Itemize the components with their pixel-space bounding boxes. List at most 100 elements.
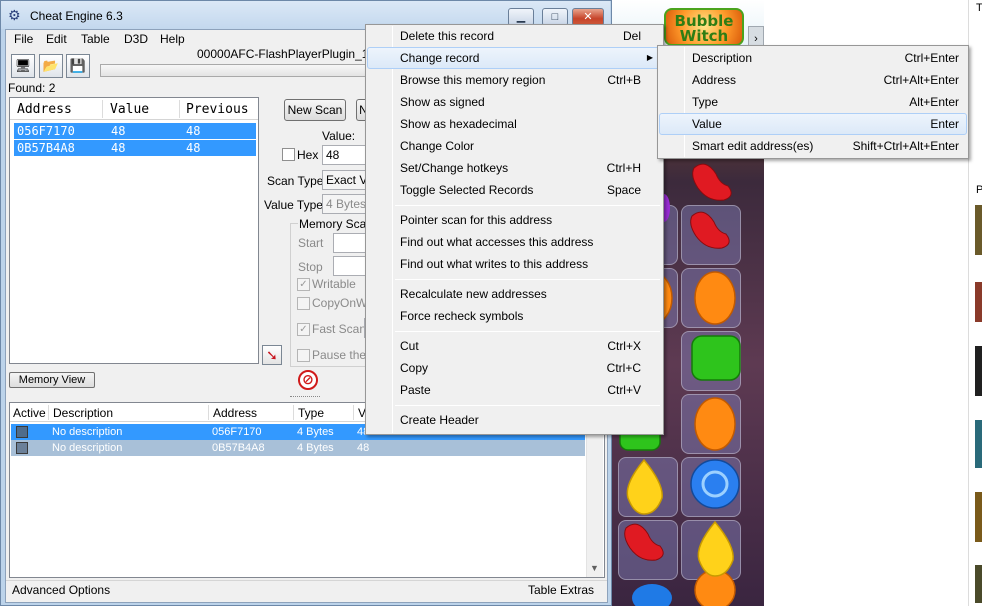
menu-separator [395, 205, 660, 206]
menu-file[interactable]: File [14, 32, 33, 46]
thumbnail[interactable] [975, 346, 982, 396]
fast-scan-checkbox[interactable]: ✓ [297, 323, 310, 336]
submenu-item-smart-edit[interactable]: Smart edit address(es) Shift+Ctrl+Alt+En… [659, 135, 967, 157]
column-type[interactable]: Type [298, 406, 324, 420]
menu-item-change-color[interactable]: Change Color [367, 135, 662, 157]
menu-item-pointer-scan[interactable]: Pointer scan for this address [367, 209, 662, 231]
menu-item-label: Cut [400, 339, 419, 353]
memory-view-button[interactable]: Memory View [9, 372, 95, 388]
menu-item-shortcut: Space [606, 183, 641, 197]
menu-table[interactable]: Table [81, 32, 110, 46]
hex-checkbox[interactable] [282, 148, 295, 161]
new-scan-button[interactable]: New Scan [284, 99, 346, 121]
menu-item-label: Copy [400, 361, 429, 375]
menu-item-shortcut: Ctrl+C [606, 361, 641, 375]
address-table-scrollbar[interactable]: ▲ ▼ [586, 423, 603, 577]
menu-item-create-header[interactable]: Create Header [367, 409, 662, 431]
menu-d3d[interactable]: D3D [124, 32, 148, 46]
column-active[interactable]: Active [13, 406, 46, 420]
pause-game-checkbox[interactable] [297, 349, 310, 362]
save-icon[interactable]: 💾 [66, 54, 90, 78]
menu-edit[interactable]: Edit [46, 32, 67, 46]
column-description[interactable]: Description [53, 406, 113, 420]
value-type-select[interactable]: 4 Bytes [322, 194, 370, 214]
open-folder-icon[interactable]: 📂 [39, 54, 63, 78]
submenu-item-address[interactable]: Address Ctrl+Alt+Enter [659, 69, 967, 91]
thumbnail[interactable] [975, 492, 982, 542]
column-previous[interactable]: Previous [186, 102, 249, 117]
copy-on-write-label: CopyOnWr [312, 296, 372, 310]
menu-item-label: Type [692, 95, 719, 109]
menu-item-label: Create Header [400, 413, 479, 427]
found-row[interactable]: 0B57B4A8 48 48 [14, 140, 256, 156]
scan-type-select[interactable]: Exact V [322, 170, 370, 190]
record-address: 056F7170 [212, 426, 262, 438]
thumbnail[interactable] [975, 282, 982, 322]
menu-item-label: Smart edit address(es) [692, 139, 814, 153]
yellow-candy [626, 458, 663, 515]
menu-help[interactable]: Help [160, 32, 185, 46]
thumbnail[interactable] [975, 420, 982, 468]
menu-separator [395, 405, 660, 406]
menu-item-change-record[interactable]: Change record ▶ [367, 47, 662, 69]
menu-item-label: Force recheck symbols [400, 309, 524, 323]
right-strip-letter: T [976, 2, 982, 14]
column-address[interactable]: Address [17, 102, 72, 117]
menu-item-label: Recalculate new addresses [400, 287, 547, 301]
menu-item-force-recheck-symbols[interactable]: Force recheck symbols [367, 305, 662, 327]
thumbnail[interactable] [975, 565, 982, 603]
thumbnail[interactable] [975, 205, 982, 255]
menu-item-label: Pointer scan for this address [400, 213, 553, 227]
scroll-down-icon[interactable]: ▼ [590, 563, 599, 573]
column-value[interactable]: Value [110, 102, 149, 117]
address-row[interactable]: No description 0B57B4A8 4 Bytes 48 [11, 440, 585, 456]
found-previous: 48 [186, 124, 201, 138]
menu-item-delete-record[interactable]: Delete this record Del [367, 25, 662, 47]
column-address[interactable]: Address [213, 406, 257, 420]
found-previous: 48 [186, 141, 201, 155]
menu-item-recalculate-addresses[interactable]: Recalculate new addresses [367, 283, 662, 305]
menu-item-find-writes[interactable]: Find out what writes to this address [367, 253, 662, 275]
writable-checkbox[interactable]: ✓ [297, 278, 310, 291]
scan-value-input[interactable]: 48 [322, 145, 370, 165]
table-extras-link[interactable]: Table Extras [528, 583, 594, 597]
menu-item-label: Set/Change hotkeys [400, 161, 509, 175]
copy-on-write-checkbox[interactable] [297, 297, 310, 310]
stop-icon[interactable]: ⊘ [298, 370, 318, 390]
menu-item-label: Value [692, 117, 722, 131]
menu-item-show-as-signed[interactable]: Show as signed [367, 91, 662, 113]
menu-item-shortcut: Ctrl+Enter [904, 51, 959, 65]
menu-item-shortcut: Shift+Ctrl+Alt+Enter [852, 139, 959, 153]
orange-candy [694, 397, 736, 451]
record-address: 0B57B4A8 [212, 442, 265, 454]
submenu-item-value[interactable]: Value Enter [659, 113, 967, 135]
advanced-options-link[interactable]: Advanced Options [12, 583, 110, 597]
active-checkbox[interactable] [16, 426, 28, 438]
splitter-grip [290, 396, 320, 398]
found-value: 48 [111, 124, 126, 138]
submenu-item-description[interactable]: Description Ctrl+Enter [659, 47, 967, 69]
active-checkbox[interactable] [16, 442, 28, 454]
menu-item-browse-memory-region[interactable]: Browse this memory region Ctrl+B [367, 69, 662, 91]
menu-item-toggle-selected-records[interactable]: Toggle Selected Records Space [367, 179, 662, 201]
record-description: No description [52, 442, 123, 454]
memory-scan-label: Memory Scan [298, 217, 375, 231]
menu-item-shortcut: Del [622, 29, 641, 43]
menu-item-show-as-hexadecimal[interactable]: Show as hexadecimal [367, 113, 662, 135]
menu-item-paste[interactable]: Paste Ctrl+V [367, 379, 662, 401]
hex-label: Hex [297, 148, 319, 162]
menu-item-label: Address [692, 73, 737, 87]
select-process-icon[interactable]: 🖥 [11, 54, 35, 78]
menu-item-find-accesses[interactable]: Find out what accesses this address [367, 231, 662, 253]
add-to-list-arrow-icon[interactable]: ➘ [262, 345, 282, 365]
red-candy [692, 163, 732, 201]
menu-item-copy[interactable]: Copy Ctrl+C [367, 357, 662, 379]
found-address: 0B57B4A8 [17, 141, 75, 155]
game-logo: Bubble Witch [664, 8, 744, 46]
menu-item-set-hotkeys[interactable]: Set/Change hotkeys Ctrl+H [367, 157, 662, 179]
start-label: Start [298, 236, 324, 250]
submenu-arrow-icon: ▶ [646, 53, 653, 62]
menu-item-cut[interactable]: Cut Ctrl+X [367, 335, 662, 357]
submenu-item-type[interactable]: Type Alt+Enter [659, 91, 967, 113]
found-row[interactable]: 056F7170 48 48 [14, 123, 256, 139]
